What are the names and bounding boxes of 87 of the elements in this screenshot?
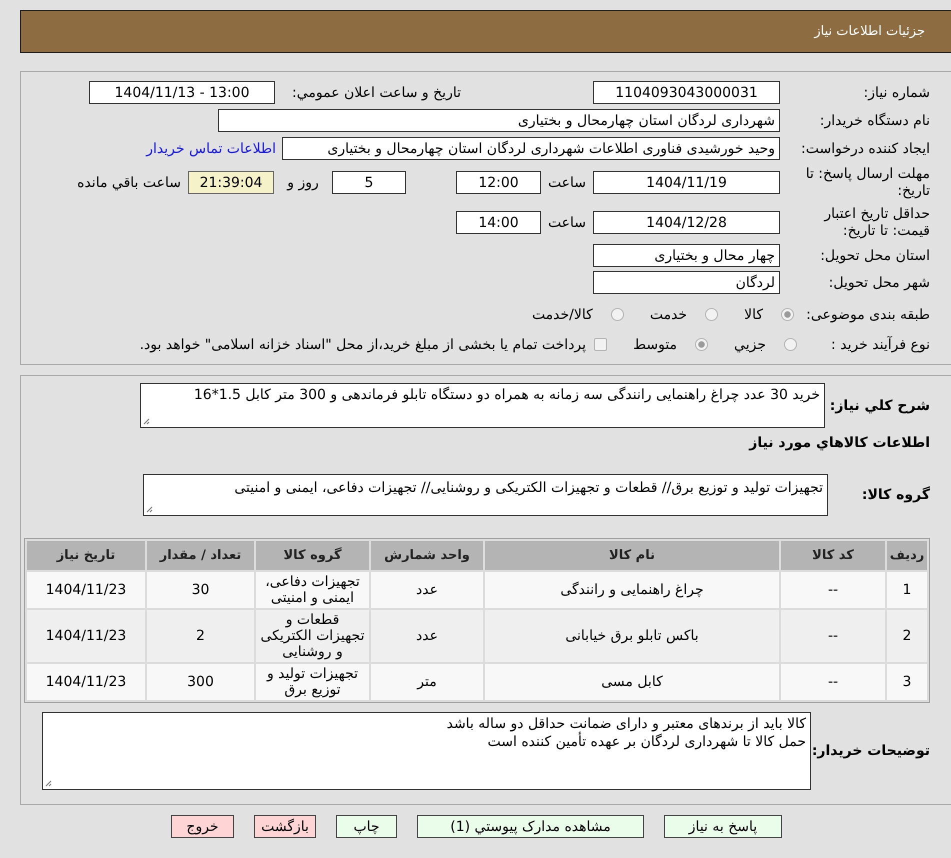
action-button[interactable]: بازگشت [254, 815, 316, 838]
action-button[interactable]: خروج [171, 815, 234, 838]
province-field[interactable]: چهار محال و بختیاری [593, 244, 780, 267]
field-label: گروه کالا: [860, 487, 930, 503]
days-field[interactable]: 5 [332, 171, 406, 194]
field-label: طبقه بندی موضوعی: [805, 306, 930, 322]
column-header: نام کالا [485, 541, 779, 570]
radio-option[interactable]: جزيي [734, 336, 797, 352]
table-cell: کابل مسی [485, 664, 779, 700]
table-cell: تجهیزات دفاعی، ایمنی و امنیتی [256, 572, 369, 608]
table-cell: 30 [147, 572, 254, 608]
radio-option[interactable]: کالا [744, 306, 794, 322]
table-cell: -- [781, 610, 885, 662]
field-label: شهر محل تحویل: [828, 274, 930, 290]
validity-time-field[interactable]: 14:00 [456, 211, 541, 234]
buyer-org-field[interactable]: شهرداری لردگان استان چهارمحال و بختیاری [218, 109, 780, 132]
field-label: شرح کلي نیاز: [828, 398, 930, 414]
table-cell: متر [371, 664, 483, 700]
action-button[interactable]: چاپ [336, 815, 397, 838]
radio-option[interactable]: خدمت [650, 306, 718, 322]
validity-date-field[interactable]: 1404/12/28 [593, 211, 780, 234]
table-cell: -- [781, 664, 885, 700]
radio-option[interactable]: متوسط [633, 336, 708, 352]
table-cell: 1404/11/23 [27, 664, 145, 700]
table-cell: 2 [887, 610, 927, 662]
column-header: ردیف [887, 541, 927, 570]
column-header: گروه کالا [256, 541, 369, 570]
field-label: نام دستگاه خریدار: [818, 112, 930, 128]
field-label: مهلت ارسال پاسخ: تا تاریخ: [804, 166, 930, 200]
column-header: تاریخ نیاز [27, 541, 145, 570]
field-label: استان محل تحویل: [819, 248, 930, 264]
note-line: کالا باید از برندهای معتبر و دارای ضمانت حداقل دو ساله باشد [446, 715, 806, 732]
need-number-field[interactable]: 1104093043000031 [593, 81, 780, 104]
action-button[interactable]: مشاهده مدارک پیوستي (1) [417, 815, 644, 838]
radio-icon[interactable] [610, 308, 624, 321]
field-label: نوع فرآیند خرید : [830, 336, 930, 352]
field-label: تاریخ و ساعت اعلان عمومي: [291, 84, 461, 100]
days-label: روز و [286, 174, 320, 190]
radio-icon[interactable] [784, 338, 797, 351]
goods-group-text: تجهیزات تولید و توزیع برق// قطعات و تجهیزات الکتریکی و روشنایی// تجهیزات دفاعی، ایمنی و امنیتی [234, 480, 823, 496]
field-label: ایجاد کننده درخواست: [800, 140, 930, 156]
city-field[interactable]: لردگان [593, 271, 780, 294]
radio-icon[interactable] [705, 308, 718, 321]
resize-grip-icon[interactable] [45, 780, 52, 787]
deadline-date-field[interactable]: 1404/11/19 [593, 171, 780, 194]
remaining-time-field: 21:39:04 [188, 171, 274, 194]
contact-info-link[interactable]: اطلاعات تماس خریدار [146, 140, 276, 156]
summary-text-area[interactable]: خرید 30 عدد چراغ راهنمایی رانندگی سه زمانه به همراه دو دستگاه تابلو فرماندهی و 300 متر کابل 1.5*16 [140, 383, 825, 428]
table-cell: عدد [371, 572, 483, 608]
requester-field[interactable]: وحید خورشیدی فناوری اطلاعات شهرداری لردگان استان چهارمحال و بختیاری [282, 137, 780, 160]
table-cell: تجهیزات تولید و توزیع برق [256, 664, 369, 700]
table-cell: 300 [147, 664, 254, 700]
column-header: تعداد / مقدار [147, 541, 254, 570]
time-label: ساعت [546, 174, 588, 190]
page-title: جزئیات اطلاعات نیاز [814, 24, 925, 39]
buyer-notes-text-area[interactable]: کالا باید از برندهای معتبر و دارای ضمانت حداقل دو ساله باشد حمل کالا تا شهرداری لردگان بر عهده تأمین کننده است [42, 712, 811, 790]
checkbox[interactable] [594, 338, 608, 351]
radio-icon[interactable] [695, 338, 708, 351]
column-header: واحد شمارش [371, 541, 483, 570]
resize-grip-icon[interactable] [146, 506, 153, 513]
table-cell: قطعات و تجهیزات الکتریکی و روشنایی [256, 610, 369, 662]
summary-text: خرید 30 عدد چراغ راهنمایی رانندگی سه زمانه به همراه دو دستگاه تابلو فرماندهی و 300 متر کابل 1.5*16 [194, 387, 820, 403]
deadline-time-field[interactable]: 12:00 [456, 171, 541, 194]
goods-group-text-area[interactable]: تجهیزات تولید و توزیع برق// قطعات و تجهیزات الکتریکی و روشنایی// تجهیزات دفاعی، ایمنی و امنیتی [143, 474, 828, 516]
field-label: توضیحات خریدار: [811, 743, 930, 759]
resize-grip-icon[interactable] [143, 418, 150, 425]
table-cell: -- [781, 572, 885, 608]
time-label: ساعت [546, 214, 588, 230]
field-label: شماره نیاز: [862, 84, 930, 100]
table-cell: 1 [887, 572, 927, 608]
table-cell: باکس تابلو برق خیابانی [485, 610, 779, 662]
table-cell: چراغ راهنمایی و رانندگی [485, 572, 779, 608]
table-cell: 3 [887, 664, 927, 700]
table-cell: 2 [147, 610, 254, 662]
table-cell: 1404/11/23 [27, 610, 145, 662]
treasury-payment-note: پرداخت تمام یا بخشی از مبلغ خرید،از محل "اسناد خزانه اسلامی" خواهد بود. [140, 336, 586, 352]
note-line: حمل کالا تا شهرداری لردگان بر عهده تأمین کننده است [47, 733, 806, 751]
section-heading: اطلاعات کالاهاي مورد نیاز [748, 435, 930, 452]
table-cell: 1404/11/23 [27, 572, 145, 608]
remaining-label: ساعت باقي مانده [77, 174, 181, 190]
radio-icon[interactable] [781, 308, 794, 321]
radio-option[interactable]: کالا/خدمت [532, 306, 624, 322]
action-button[interactable]: پاسخ به نیاز [664, 815, 782, 838]
column-header: کد کالا [781, 541, 885, 570]
announce-datetime-field[interactable]: 1404/11/13 - 13:00 [89, 81, 275, 104]
field-label: حداقل تاریخ اعتبار قیمت: تا تاریخ: [822, 206, 930, 240]
table-cell: عدد [371, 610, 483, 662]
